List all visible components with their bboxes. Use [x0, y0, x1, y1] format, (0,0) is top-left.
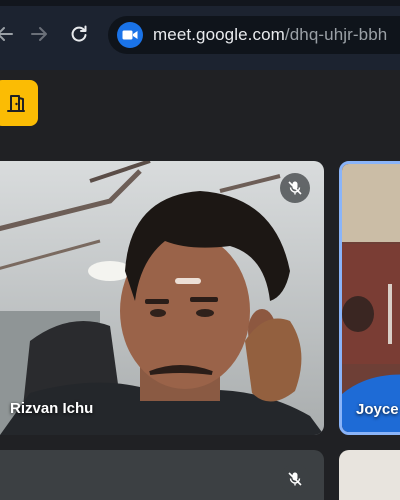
- arrow-right-icon: [31, 27, 47, 41]
- participant-name: Rizvan Ichu: [10, 400, 94, 417]
- arrow-left-icon: [0, 27, 13, 41]
- mic-off-icon: [288, 472, 302, 486]
- address-bar[interactable]: meet.google.com/dhq-uhjr-bbh: [108, 16, 400, 54]
- participant-tile-main[interactable]: Rizvan Ichu: [0, 161, 324, 435]
- reload-icon: [71, 25, 87, 42]
- mic-off-icon: [288, 181, 302, 195]
- browser-toolbar: meet.google.com/dhq-uhjr-bbh: [0, 0, 400, 70]
- url-text: meet.google.com/dhq-uhjr-bbh: [153, 25, 387, 45]
- video-camera-icon: [117, 22, 143, 48]
- forward-button[interactable]: [26, 20, 52, 48]
- participant-tile[interactable]: [339, 450, 400, 500]
- participant-tile[interactable]: [0, 450, 324, 500]
- reload-button[interactable]: [66, 20, 92, 48]
- mic-off-badge: [280, 173, 310, 203]
- url-host: meet.google.com: [153, 25, 285, 44]
- meet-stage: Rizvan Ichu Joyce: [0, 70, 400, 500]
- breakout-room-button[interactable]: [0, 80, 38, 126]
- url-path: /dhq-uhjr-bbh: [284, 25, 388, 44]
- participant-video: [0, 161, 324, 435]
- door-exit-icon: [7, 95, 25, 112]
- tab-strip-edge: [0, 0, 400, 6]
- back-button[interactable]: [0, 20, 18, 48]
- mic-off-badge: [280, 464, 310, 494]
- participant-name: Joyce: [356, 401, 399, 418]
- participant-video: [342, 164, 400, 432]
- participant-tile-active-speaker[interactable]: Joyce: [339, 161, 400, 435]
